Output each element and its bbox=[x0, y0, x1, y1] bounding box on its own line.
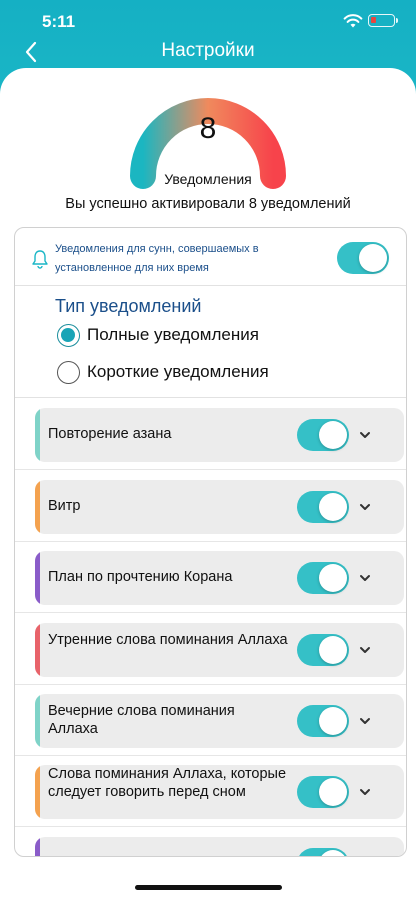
notification-type-section: Тип уведомлений Полные уведомления Корот… bbox=[15, 286, 406, 398]
item-accent bbox=[35, 408, 40, 462]
item-toggle[interactable] bbox=[297, 491, 349, 523]
item-toggle[interactable] bbox=[297, 848, 349, 856]
item-accent bbox=[35, 765, 40, 819]
item-toggle[interactable] bbox=[297, 705, 349, 737]
item-label: Вечерние слова поминания Аллаха bbox=[48, 703, 235, 737]
battery-level bbox=[371, 17, 376, 23]
item-box-witr[interactable]: Витр bbox=[35, 480, 404, 534]
list-item: План по прочтению Корана bbox=[15, 541, 406, 613]
chevron-down-icon[interactable] bbox=[358, 714, 372, 728]
item-label: Утренние слова поминания Аллаха bbox=[48, 632, 288, 648]
sunnah-notifications-row: Уведомления для сунн, совершаемых в уста… bbox=[15, 228, 406, 286]
item-box-morning-adhkar[interactable]: Утренние слова поминания Аллаха bbox=[35, 623, 404, 677]
status-time: 5:11 bbox=[42, 12, 76, 31]
list-item: Слова поминания Аллаха, которые следует … bbox=[15, 755, 406, 827]
item-box-quran-plan[interactable]: План по прочтению Корана bbox=[35, 551, 404, 605]
item-accent bbox=[35, 551, 40, 605]
item-label: План по прочтению Корана bbox=[48, 569, 233, 585]
item-toggle[interactable] bbox=[297, 776, 349, 808]
item-box-adhan[interactable]: Повторение азана bbox=[35, 408, 404, 462]
nav-bar: Настройки bbox=[0, 36, 416, 68]
page-title: Настройки bbox=[161, 40, 255, 61]
gauge-label: Уведомления bbox=[164, 171, 252, 187]
chevron-down-icon[interactable] bbox=[358, 643, 372, 657]
settings-card: Уведомления для сунн, совершаемых в уста… bbox=[14, 227, 407, 857]
item-toggle[interactable] bbox=[297, 419, 349, 451]
item-label: Слова поминания Аллаха, которые следует … bbox=[48, 766, 287, 800]
toggle-knob bbox=[359, 244, 387, 272]
gauge-value: 8 bbox=[199, 112, 217, 145]
list-item bbox=[15, 827, 406, 856]
chevron-down-icon[interactable] bbox=[358, 500, 372, 514]
item-accent bbox=[35, 694, 40, 748]
notification-items-list: Повторение азана Витр План по прочтению … bbox=[15, 398, 406, 856]
sunnah-notifications-toggle[interactable] bbox=[337, 242, 389, 274]
radio-unselected-icon bbox=[57, 361, 80, 384]
list-item: Повторение азана bbox=[15, 398, 406, 470]
item-box-evening-adhkar[interactable]: Вечерние слова поминания Аллаха bbox=[35, 694, 404, 748]
radio-label: Полные уведомления bbox=[87, 325, 259, 344]
item-label: Витр bbox=[48, 498, 81, 514]
chevron-down-icon[interactable] bbox=[358, 785, 372, 799]
radio-label: Короткие уведомления bbox=[87, 362, 269, 381]
battery-icon bbox=[368, 14, 398, 27]
item-accent bbox=[35, 837, 40, 856]
chevron-down-icon[interactable] bbox=[358, 428, 372, 442]
success-message: Вы успешно активировали 8 уведомлений bbox=[65, 196, 351, 212]
item-accent bbox=[35, 480, 40, 534]
radio-selected-icon bbox=[57, 324, 80, 347]
item-label: Повторение азана bbox=[48, 426, 172, 442]
item-toggle[interactable] bbox=[297, 634, 349, 666]
item-box-partial[interactable] bbox=[35, 837, 404, 856]
list-item: Вечерние слова поминания Аллаха bbox=[15, 684, 406, 756]
notification-type-title: Тип уведомлений bbox=[55, 296, 202, 316]
list-item: Утренние слова поминания Аллаха bbox=[15, 613, 406, 685]
home-indicator bbox=[135, 885, 282, 890]
chevron-down-icon[interactable] bbox=[358, 571, 372, 585]
list-item: Витр bbox=[15, 470, 406, 542]
item-toggle[interactable] bbox=[297, 562, 349, 594]
bell-icon bbox=[32, 250, 48, 269]
wifi-icon bbox=[343, 14, 363, 28]
sunnah-notifications-label: Уведомления для сунн, совершаемых в уста… bbox=[55, 243, 259, 274]
item-box-sleep-adhkar[interactable]: Слова поминания Аллаха, которые следует … bbox=[35, 765, 404, 819]
item-accent bbox=[35, 623, 40, 677]
